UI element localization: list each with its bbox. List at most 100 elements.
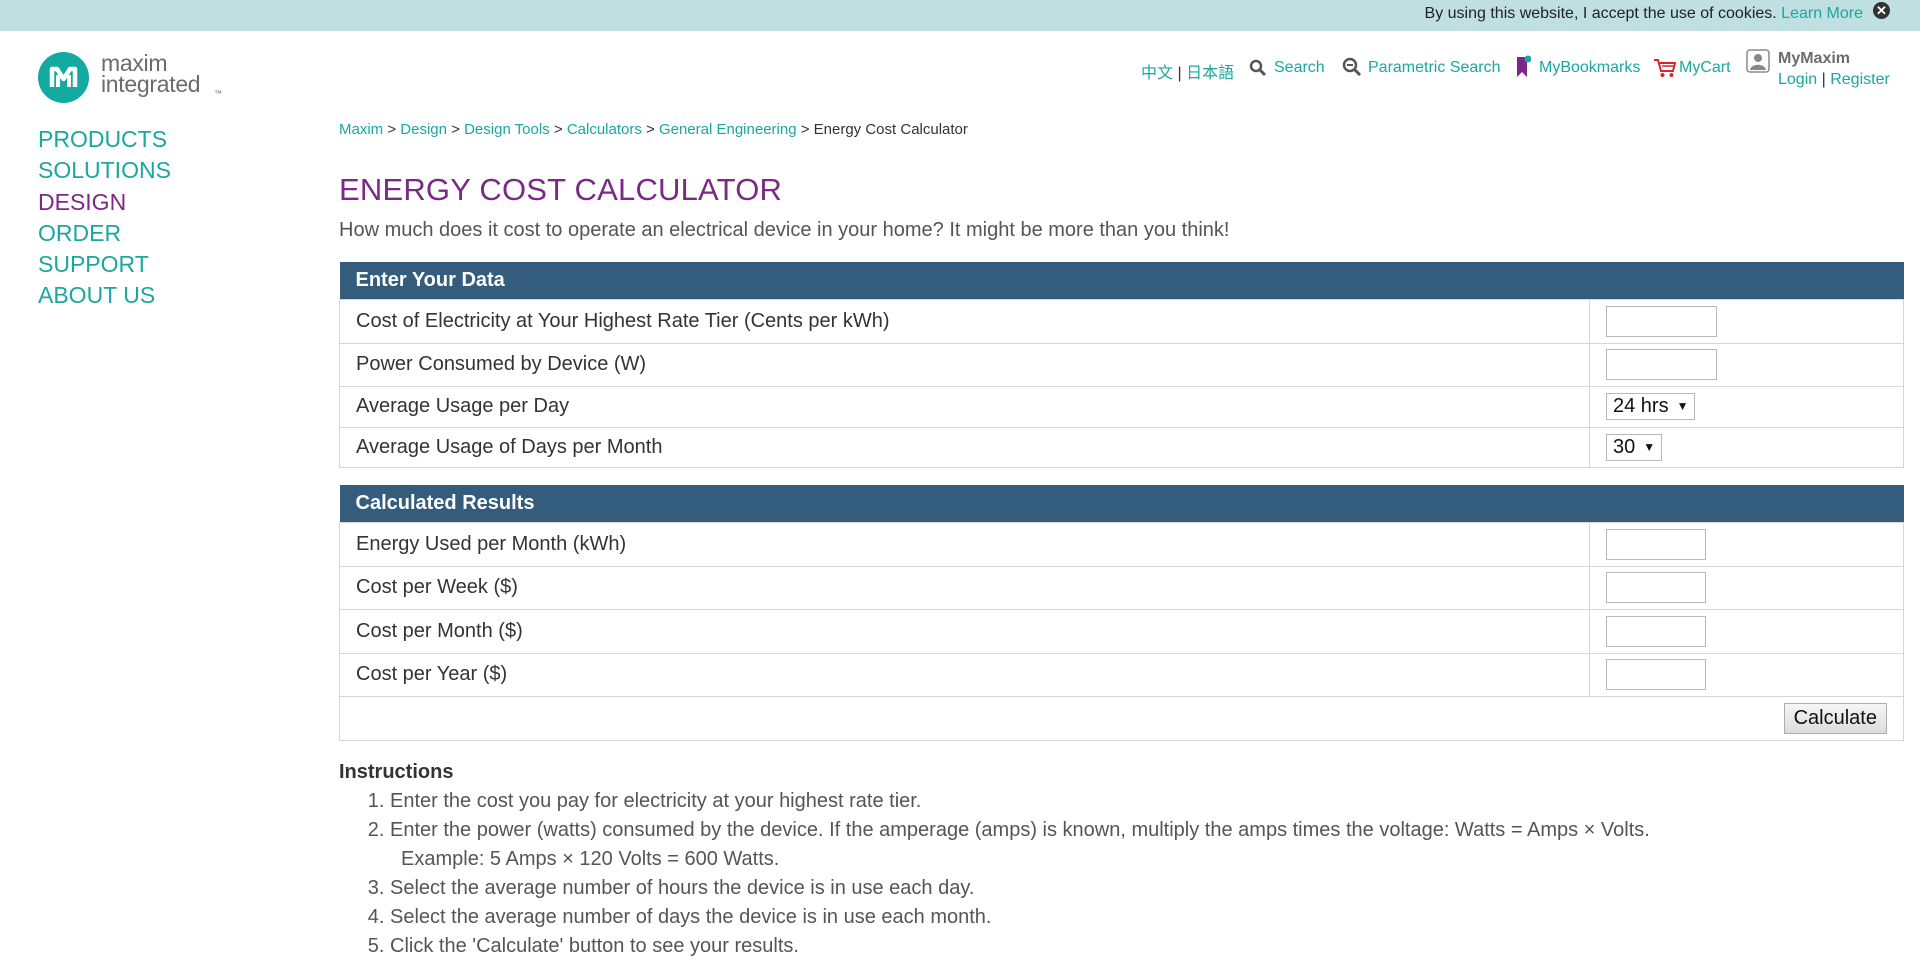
search-link-wrap: Search [1274,59,1325,77]
table-cell [1589,298,1904,344]
breadcrumb-link-general-engineering[interactable]: General Engineering [659,121,797,138]
cost-electricity-input[interactable] [1606,305,1717,337]
table-cell [1589,521,1904,567]
maxim-logo[interactable]: maxim integrated ™ [38,51,228,105]
bookmark-icon[interactable] [1515,55,1532,84]
cost-per-year-label: Cost per Year ($) [339,652,1590,697]
language-chinese-link[interactable]: 中文 [1141,65,1173,82]
cart-icon[interactable] [1653,58,1677,83]
chevron-down-icon: ▼ [1643,439,1656,454]
magnifier-icon[interactable] [1249,59,1267,82]
instruction-step: Select the average number of days the de… [390,903,1650,932]
results-table-header: Calculated Results [339,485,1904,522]
table-cell [1589,608,1904,654]
close-icon[interactable]: ✕ [1873,2,1890,19]
cookie-notice: By using this website, I accept the use … [1425,5,1863,23]
breadcrumb-link-calculators[interactable]: Calculators [567,121,642,138]
language-links: 中文 | 日本語 [1141,59,1234,83]
table-cell: 24 hrs ▼ [1589,385,1904,428]
power-consumed-input[interactable] [1606,349,1717,380]
breadcrumb-link-maxim[interactable]: Maxim [339,121,383,138]
login-link[interactable]: Login [1778,71,1817,88]
sidenav-item-support[interactable]: SUPPORT [38,249,171,280]
instruction-step-text: Enter the power (watts) consumed by the … [390,819,1650,841]
usage-per-day-select[interactable]: 24 hrs ▼ [1606,393,1696,420]
cost-per-year-output[interactable] [1606,659,1706,690]
account-link-separator: | [1821,71,1826,88]
input-table-header: Enter Your Data [339,262,1904,299]
breadcrumb-separator: > [800,121,810,138]
search-link[interactable]: Search [1274,59,1325,76]
energy-per-month-label: Energy Used per Month (kWh) [339,521,1590,567]
logo-word-integrated: integrated [101,71,201,97]
power-consumed-label: Power Consumed by Device (W) [339,342,1590,387]
page-subtitle: How much does it cost to operate an elec… [339,219,1230,241]
cost-per-month-label: Cost per Month ($) [339,608,1590,654]
table-row: Cost per Week ($) [339,565,1904,610]
side-navigation: PRODUCTS SOLUTIONS DESIGN ORDER SUPPORT … [38,124,171,312]
breadcrumb: Maxim > Design > Design Tools > Calculat… [339,121,968,138]
breadcrumb-link-design-tools[interactable]: Design Tools [464,121,550,138]
language-japanese-link[interactable]: 日本語 [1186,65,1234,82]
mymaxim-title: MyMaxim [1778,50,1851,67]
energy-per-month-output[interactable] [1606,528,1706,560]
breadcrumb-separator: > [553,121,563,138]
breadcrumb-link-design[interactable]: Design [400,121,447,138]
register-link[interactable]: Register [1830,71,1890,88]
calculated-results-table: Calculated Results Energy Used per Month… [339,485,1904,741]
cookie-learn-more-link[interactable]: Learn More [1781,5,1863,22]
usage-per-day-value: 24 hrs [1613,395,1669,417]
sidenav-item-solutions[interactable]: SOLUTIONS [38,155,171,186]
instruction-step: Enter the power (watts) consumed by the … [390,816,1650,874]
breadcrumb-separator: > [387,121,397,138]
cost-per-month-output[interactable] [1606,615,1706,647]
user-icon[interactable] [1746,49,1770,78]
instruction-step: Enter the cost you pay for electricity a… [390,787,1650,816]
table-row: Cost of Electricity at Your Highest Rate… [339,298,1904,344]
bookmarks-link-wrap: MyBookmarks [1539,59,1640,77]
cart-link-wrap: MyCart [1679,59,1731,77]
sidenav-item-design[interactable]: DESIGN [38,187,171,218]
table-row: Calculate [339,695,1904,741]
sidenav-item-products[interactable]: PRODUCTS [38,124,171,155]
breadcrumb-separator: > [646,121,655,138]
mycart-link[interactable]: MyCart [1679,59,1731,76]
calculate-cell: Calculate [339,695,1904,741]
cost-per-week-output[interactable] [1606,572,1706,603]
table-row: Power Consumed by Device (W) [339,342,1904,387]
breadcrumb-separator: > [451,121,460,138]
trademark-mark: ™ [214,89,222,98]
parametric-search-link[interactable]: Parametric Search [1368,59,1501,76]
usage-per-day-label: Average Usage per Day [339,385,1590,428]
usage-days-per-month-select[interactable]: 30 ▼ [1606,433,1663,461]
calculate-button[interactable]: Calculate [1783,702,1887,734]
usage-days-per-month-label: Average Usage of Days per Month [339,426,1590,468]
table-row: Average Usage of Days per Month 30 ▼ [339,426,1904,468]
table-row: Cost per Year ($) [339,652,1904,697]
parametric-search-link-wrap: Parametric Search [1368,59,1501,77]
maxim-logo-mark-icon [38,52,89,103]
table-cell [1589,652,1904,697]
breadcrumb-current: Energy Cost Calculator [813,121,968,138]
table-row: Cost per Month ($) [339,608,1904,654]
table-cell: 30 ▼ [1589,426,1904,468]
language-separator: | [1177,65,1182,82]
logo-wordmark: maxim integrated [101,52,201,97]
table-cell [1589,565,1904,610]
account-links: Login | Register [1778,71,1890,89]
table-row: Energy Used per Month (kWh) [339,521,1904,567]
usage-days-value: 30 [1613,435,1636,458]
input-data-table: Enter Your Data Cost of Electricity at Y… [339,262,1904,468]
table-cell [1589,342,1904,387]
mybookmarks-link[interactable]: MyBookmarks [1539,59,1640,76]
instructions-heading: Instructions [339,761,454,783]
chevron-down-icon: ▼ [1676,399,1689,413]
table-row: Average Usage per Day 24 hrs ▼ [339,385,1904,428]
instructions-list: Enter the cost you pay for electricity a… [339,787,1650,961]
cookie-bar: By using this website, I accept the use … [0,0,1920,31]
parametric-search-icon[interactable] [1342,57,1362,82]
page-title: ENERGY COST CALCULATOR [339,172,783,207]
sidenav-item-about-us[interactable]: ABOUT US [38,280,171,311]
cost-per-week-label: Cost per Week ($) [339,565,1590,610]
sidenav-item-order[interactable]: ORDER [38,218,171,249]
